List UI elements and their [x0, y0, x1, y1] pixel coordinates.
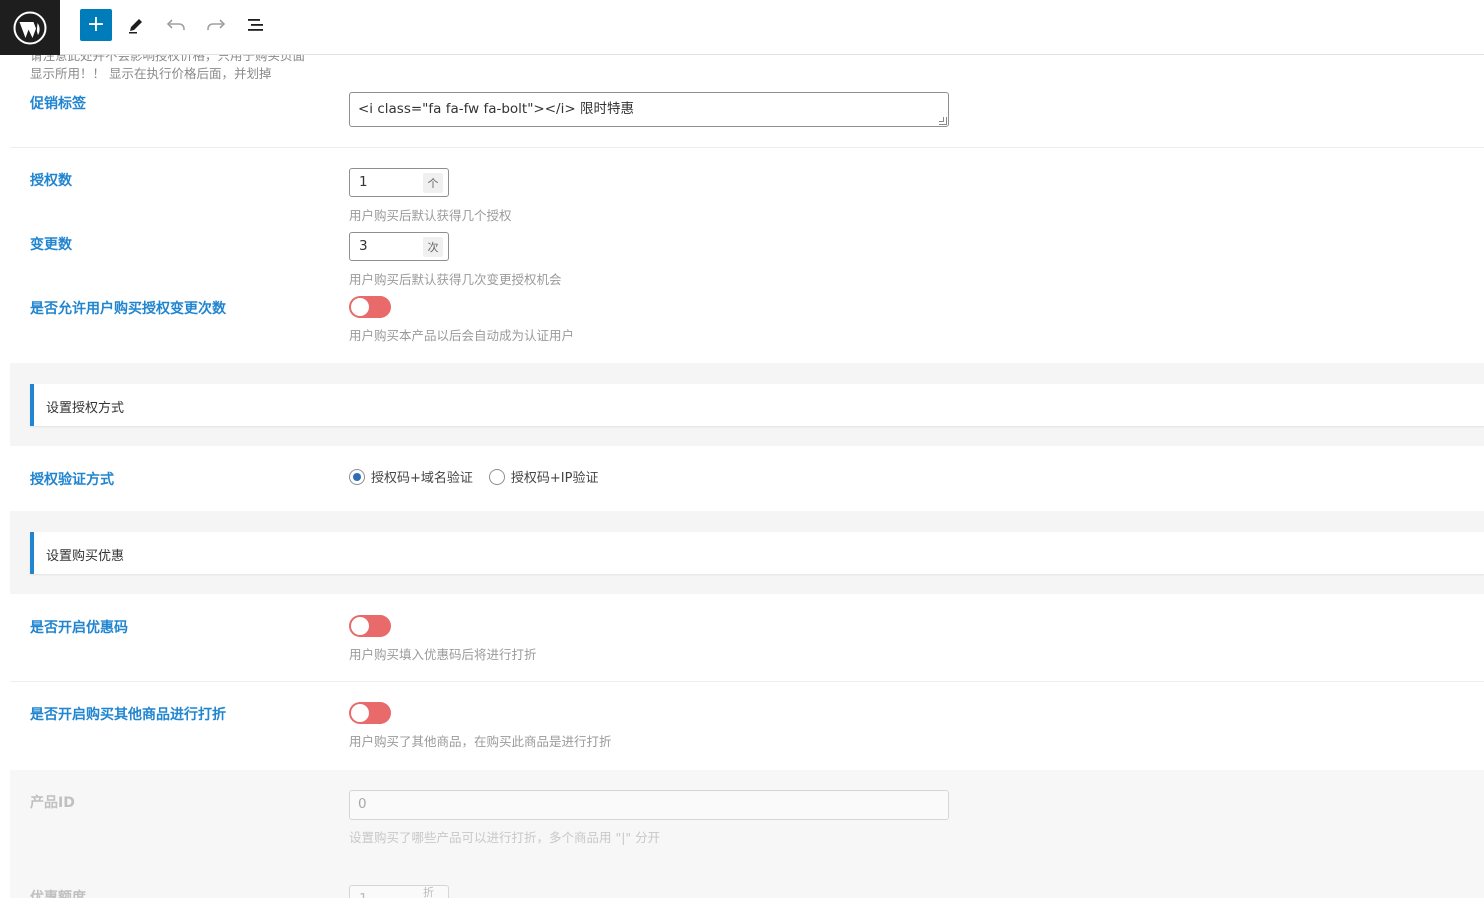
change-count-input[interactable]: 3 次 — [349, 232, 449, 261]
license-count-title: 授权数 — [30, 173, 72, 189]
discount-amount-unit: 折扣 — [423, 886, 434, 898]
wordpress-logo-icon[interactable] — [0, 0, 60, 55]
product-id-title: 产品ID — [30, 795, 75, 811]
allow-buy-changes-help: 用户购买本产品以后会自动成为认证用户 — [349, 328, 575, 343]
divider — [10, 681, 1484, 682]
product-id-value: 0 — [358, 796, 367, 812]
enable-other-discount-toggle[interactable] — [349, 702, 391, 724]
price-note-line1: 请注意此处并不会影响授权价格，只用于购买页面 — [30, 55, 306, 63]
section-purchase-discount-title: 设置购买优惠 — [46, 549, 125, 564]
radio-option-domain[interactable]: 授权码+域名验证 — [349, 467, 473, 486]
resize-handle-icon[interactable] — [939, 117, 947, 125]
discount-amount-title: 优惠额度 — [30, 890, 86, 898]
undo-icon[interactable] — [160, 9, 192, 41]
product-id-help: 设置购买了哪些产品可以进行打折，多个商品用 "|" 分开 — [349, 830, 661, 845]
verify-method-title: 授权验证方式 — [30, 472, 114, 488]
settings-panel: 请注意此处并不会影响授权价格，只用于购买页面 显示所用！！ 显示在执行价格后面，… — [0, 55, 1484, 898]
enable-coupon-help: 用户购买填入优惠码后将进行打折 — [349, 647, 537, 662]
discount-amount-input[interactable]: 1 折扣 — [349, 885, 449, 898]
pencil-icon[interactable] — [120, 9, 152, 41]
promo-label-textarea[interactable]: <i class="fa fa-fw fa-bolt"></i> 限时特惠 — [349, 92, 949, 127]
section-auth-method: 设置授权方式 — [30, 384, 1484, 426]
license-count-value: 1 — [359, 174, 368, 190]
list-view-icon[interactable] — [240, 9, 272, 41]
price-note: 请注意此处并不会影响授权价格，只用于购买页面 显示所用！！ 显示在执行价格后面，… — [30, 55, 305, 83]
change-count-title: 变更数 — [30, 237, 72, 253]
radio-option-ip-label: 授权码+IP验证 — [510, 471, 599, 486]
change-count-value: 3 — [359, 238, 368, 254]
discount-amount-value: 1 — [359, 891, 368, 898]
enable-coupon-toggle[interactable] — [349, 615, 391, 637]
product-id-input[interactable]: 0 — [349, 790, 949, 820]
verify-method-radio-group: 授权码+域名验证 授权码+IP验证 — [349, 467, 614, 486]
wordpress-icon — [13, 11, 47, 44]
license-count-unit: 个 — [423, 173, 443, 193]
license-count-input[interactable]: 1 个 — [349, 168, 449, 197]
section-purchase-discount: 设置购买优惠 — [30, 532, 1484, 574]
radio-option-domain-label: 授权码+域名验证 — [371, 471, 473, 486]
license-count-help: 用户购买后默认获得几个授权 — [349, 208, 512, 223]
promo-label-title: 促销标签 — [30, 96, 86, 112]
price-note-line2: 显示所用！！ 显示在执行价格后面，并划掉 — [30, 66, 272, 81]
divider — [10, 147, 1484, 148]
section-auth-method-title: 设置授权方式 — [46, 401, 125, 416]
radio-checked-icon[interactable] — [349, 468, 365, 485]
enable-other-discount-title: 是否开启购买其他商品进行打折 — [30, 707, 226, 723]
enable-coupon-title: 是否开启优惠码 — [30, 620, 128, 636]
change-count-unit: 次 — [423, 237, 443, 257]
promo-label-value: <i class="fa fa-fw fa-bolt"></i> 限时特惠 — [358, 101, 634, 117]
radio-option-ip[interactable]: 授权码+IP验证 — [488, 467, 599, 486]
redo-icon[interactable] — [200, 9, 232, 41]
change-count-help: 用户购买后默认获得几次变更授权机会 — [349, 272, 562, 287]
allow-buy-changes-toggle[interactable] — [349, 296, 391, 318]
enable-other-discount-help: 用户购买了其他商品，在购买此商品是进行打折 — [349, 734, 612, 749]
radio-unchecked-icon[interactable] — [488, 468, 505, 485]
editor-toolbar: + — [0, 0, 1484, 55]
allow-buy-changes-title: 是否允许用户购买授权变更次数 — [30, 301, 226, 317]
add-block-button[interactable]: + — [80, 9, 112, 41]
